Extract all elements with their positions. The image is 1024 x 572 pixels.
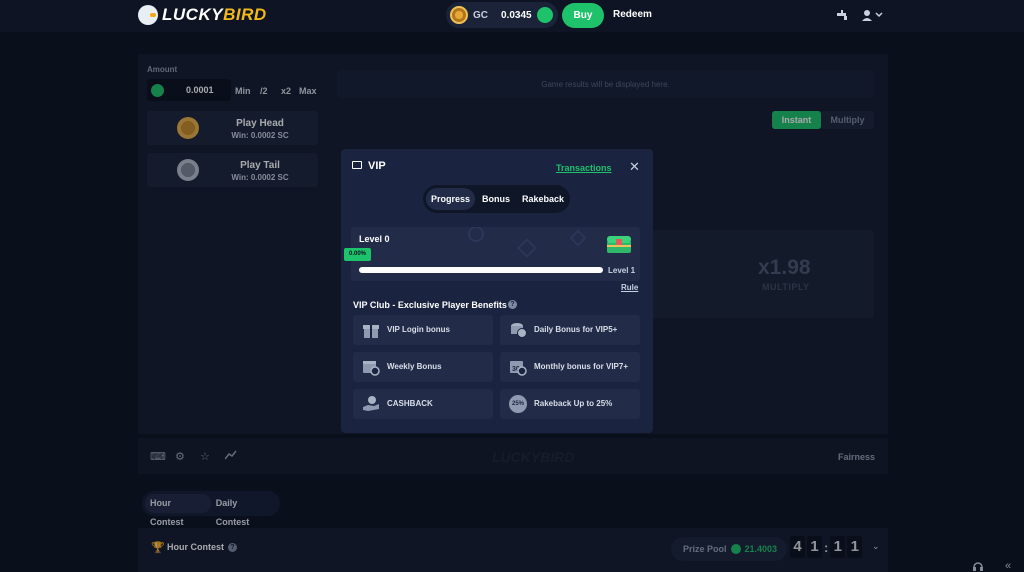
benefit-label: Monthly bonus for VIP7+ — [534, 362, 629, 371]
gold-coin-icon — [450, 6, 468, 24]
redeem-button[interactable]: Redeem — [613, 9, 652, 20]
benefits-title: VIP Club - Exclusive Player Benefits — [353, 300, 507, 310]
progress-percent-badge: 0.00% — [344, 248, 372, 261]
bird-logo-icon — [138, 5, 158, 25]
logo-text: LUCKYBIRD — [162, 5, 267, 24]
close-icon[interactable]: ✕ — [629, 159, 640, 175]
wallet-balance[interactable]: GC 0.0345 — [446, 2, 558, 28]
coins-icon — [508, 320, 528, 340]
tab-progress[interactable]: Progress — [426, 188, 476, 210]
benefit-daily-bonus[interactable]: Daily Bonus for VIP5+ — [500, 315, 640, 345]
benefit-vip-login[interactable]: VIP Login bonus — [353, 315, 493, 345]
tab-bonus[interactable]: Bonus — [477, 188, 515, 210]
benefit-label: VIP Login bonus — [387, 325, 450, 334]
vip-tabs: Progress Bonus Rakeback — [423, 185, 570, 213]
faucet-icon[interactable] — [836, 9, 850, 21]
rule-link[interactable]: Rule — [621, 283, 638, 292]
user-menu-icon[interactable] — [862, 9, 884, 24]
benefit-weekly-bonus[interactable]: Weekly Bonus — [353, 352, 493, 382]
crown-card-icon — [352, 161, 362, 169]
benefit-label: Daily Bonus for VIP5+ — [534, 325, 618, 334]
hand-coin-icon — [361, 394, 381, 414]
benefit-label: Rakeback Up to 25% — [534, 399, 613, 408]
progress-track — [359, 267, 603, 273]
treasure-chest-icon — [604, 233, 634, 255]
balance-value: 0.0345 — [501, 9, 532, 21]
level-title: Level 0 — [359, 234, 390, 244]
calendar-30-icon: 30 — [508, 357, 528, 377]
next-level-label: Level 1 — [608, 266, 636, 275]
currency-label: GC — [473, 9, 488, 21]
benefit-monthly-bonus[interactable]: 30 Monthly bonus for VIP7+ — [500, 352, 640, 382]
percent-badge-icon: 25% — [508, 394, 528, 414]
tab-rakeback[interactable]: Rakeback — [517, 188, 569, 210]
benefit-rakeback[interactable]: 25% Rakeback Up to 25% — [500, 389, 640, 419]
benefit-label: CASHBACK — [387, 399, 433, 408]
gift-icon — [361, 320, 381, 340]
benefit-label: Weekly Bonus — [387, 362, 442, 371]
benefit-cashback[interactable]: CASHBACK — [353, 389, 493, 419]
logo[interactable]: LUCKYBIRD — [138, 5, 267, 25]
sweep-coin-icon — [536, 7, 553, 23]
vip-title: VIP — [368, 160, 386, 172]
buy-button[interactable]: Buy — [562, 3, 604, 28]
help-icon[interactable]: ? — [508, 300, 517, 309]
calendar-clock-icon — [361, 357, 381, 377]
transactions-link[interactable]: Transactions — [556, 163, 612, 173]
